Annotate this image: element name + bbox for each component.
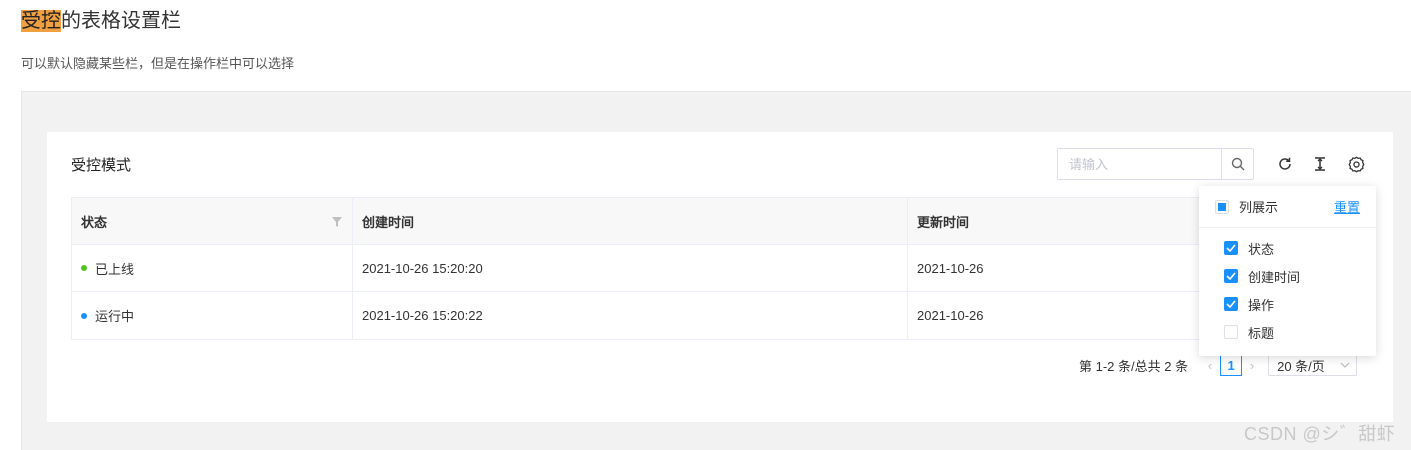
reset-link[interactable]: 重置	[1334, 197, 1360, 216]
status-dot	[81, 265, 87, 271]
status-dot	[81, 312, 87, 319]
search-input[interactable]	[1058, 149, 1221, 179]
column-option[interactable]: 标题	[1199, 318, 1376, 346]
table-header: 状态 创建时间 更新时间	[72, 198, 1368, 245]
filter-icon[interactable]	[332, 215, 342, 230]
pagination-total: 第 1-2 条/总共 2 条	[1079, 358, 1189, 374]
page-title-rest: 的表格设置栏	[61, 10, 181, 32]
header-created: 创建时间	[353, 198, 908, 244]
table-row: 运行中 2021-10-26 15:20:22 2021-10-26	[72, 292, 1368, 339]
column-option[interactable]: 创建时间	[1199, 262, 1376, 290]
pagination: 第 1-2 条/总共 2 条 ‹ 1 › 20 条/页	[1079, 354, 1358, 376]
status-cell: 已上线	[72, 245, 353, 291]
column-list: 状态 创建时间 操作 标题	[1199, 228, 1376, 346]
created-cell: 2021-10-26 15:20:22	[353, 292, 908, 339]
page-size-select[interactable]: 20 条/页	[1268, 354, 1358, 376]
select-all-checkbox[interactable]	[1215, 199, 1229, 214]
column-height-icon[interactable]	[1311, 155, 1329, 173]
reload-icon[interactable]	[1276, 155, 1294, 173]
header-status: 状态	[72, 198, 353, 244]
column-display-label: 列展示	[1239, 200, 1279, 215]
popover-header: 列展示 重置	[1199, 186, 1376, 228]
page-title-highlight: 受控	[21, 10, 61, 32]
search-icon	[1231, 157, 1244, 171]
page-number-button[interactable]: 1	[1220, 354, 1243, 376]
watermark: CSDN @シ゛甜虾	[1244, 424, 1396, 444]
table-card: 受控模式 状态 创建时间 更新时间 已上线	[47, 132, 1393, 422]
setting-icon[interactable]	[1347, 155, 1365, 173]
next-page-icon[interactable]: ›	[1242, 354, 1262, 376]
column-settings-popover: 列展示 重置 状态 创建时间 操作 标题	[1199, 186, 1376, 356]
search-box	[1057, 148, 1254, 180]
column-option[interactable]: 状态	[1199, 234, 1376, 262]
checkbox-checked[interactable]	[1224, 241, 1238, 255]
checkbox-checked[interactable]	[1224, 297, 1238, 311]
search-button[interactable]	[1221, 149, 1253, 179]
checkbox-checked[interactable]	[1224, 269, 1238, 283]
card-title: 受控模式	[71, 157, 132, 174]
page-description: 可以默认隐藏某些栏，但是在操作栏中可以选择	[21, 56, 295, 71]
prev-page-icon[interactable]: ‹	[1200, 354, 1220, 376]
status-cell: 运行中	[72, 292, 353, 339]
created-cell: 2021-10-26 15:20:20	[353, 245, 908, 291]
chevron-down-icon	[1340, 362, 1350, 368]
page-title: 受控的表格设置栏	[21, 8, 181, 34]
table-row: 已上线 2021-10-26 15:20:20 2021-10-26	[72, 245, 1368, 292]
data-table: 状态 创建时间 更新时间 已上线 2021-10-26 15:20:20 202…	[71, 197, 1369, 340]
column-option[interactable]: 操作	[1199, 290, 1376, 318]
checkbox-unchecked[interactable]	[1224, 325, 1238, 339]
